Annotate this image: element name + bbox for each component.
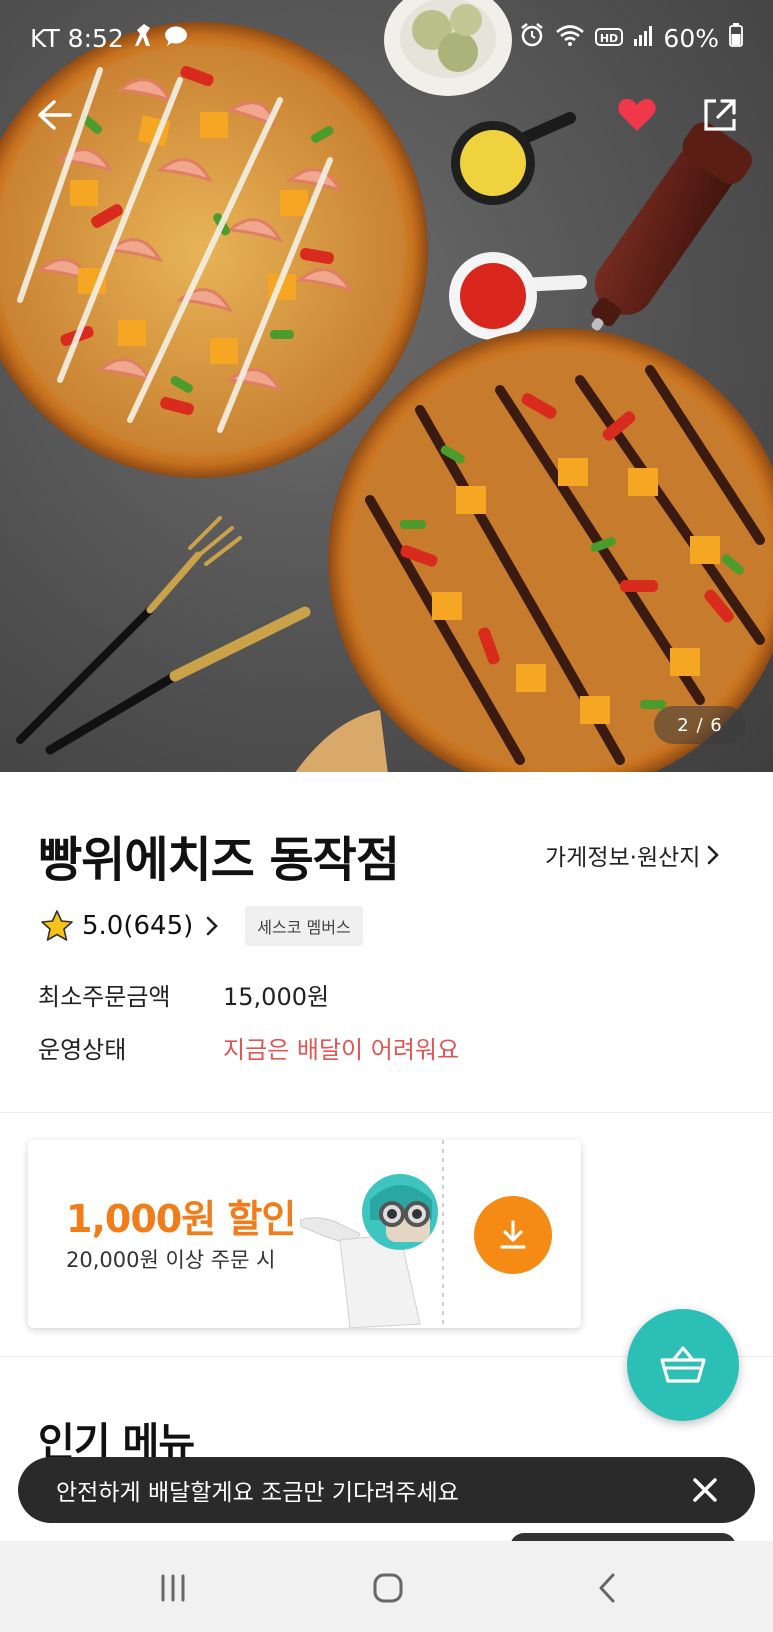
min-order-row: 최소주문금액 15,000원 [38, 977, 329, 1012]
home-icon [373, 1573, 403, 1603]
min-order-label: 최소주문금액 [38, 983, 171, 1011]
divider [0, 1112, 773, 1113]
hd-icon: HD [595, 24, 624, 53]
status-label: 운영상태 [38, 1036, 127, 1064]
cesco-badge: 세스코 멤버스 [245, 906, 363, 946]
carrier-time: KT 8:52 [30, 23, 124, 53]
close-icon[interactable] [689, 1474, 721, 1506]
image-page-indicator: 2 / 6 [654, 706, 746, 744]
figure-icon [134, 22, 154, 54]
status-bar: KT 8:52 HD 60% [0, 0, 773, 80]
coupon-amount: 1,000원 할인 [66, 1197, 296, 1241]
coupon-download-button[interactable] [474, 1196, 552, 1274]
favorite-button[interactable] [607, 85, 667, 145]
battery-percent: 60% [663, 23, 719, 53]
svg-text:HD: HD [600, 32, 618, 45]
home-button[interactable] [358, 1563, 418, 1613]
system-nav-bar [0, 1541, 773, 1632]
battery-icon [729, 23, 743, 53]
store-info-label: 가게정보·원산지 [545, 845, 701, 871]
mascot-illustration [300, 1174, 438, 1328]
status-value: 지금은 배달이 어려워요 [223, 1036, 460, 1064]
rating-value: 5.0(645) [82, 911, 194, 941]
chevron-right-icon [206, 916, 219, 936]
delivery-toast: 안전하게 배달할게요 조금만 기다려주세요 [18, 1457, 755, 1523]
recent-apps-button[interactable] [143, 1563, 203, 1613]
toast-message: 안전하게 배달할게요 조금만 기다려주세요 [56, 1480, 459, 1506]
star-icon [41, 910, 73, 941]
basket-icon [660, 1346, 706, 1383]
recent-apps-icon [161, 1574, 185, 1602]
signal-icon [633, 24, 653, 53]
system-back-button[interactable] [577, 1563, 637, 1613]
cart-button[interactable] [627, 1309, 739, 1421]
share-button[interactable] [690, 85, 750, 145]
coupon-condition: 20,000원 이상 주문 시 [66, 1248, 276, 1272]
back-button[interactable] [24, 85, 84, 145]
status-row: 운영상태 지금은 배달이 어려워요 [38, 1030, 459, 1065]
store-info-link[interactable]: 가게정보·원산지 [545, 838, 720, 872]
hero-image[interactable]: KT 8:52 HD 60% 2 / 6 [0, 0, 773, 772]
store-name: 빵위에치즈 동작점 [38, 832, 400, 888]
download-icon [500, 1220, 526, 1249]
wifi-icon [555, 23, 585, 53]
share-icon [704, 99, 736, 131]
back-arrow-icon [38, 100, 72, 130]
min-order-value: 15,000원 [223, 983, 330, 1011]
heart-icon [618, 98, 656, 131]
chat-bubble-icon [164, 24, 188, 53]
coupon-perforation [442, 1140, 444, 1328]
chevron-right-icon [708, 845, 720, 865]
rating-row[interactable]: 5.0(645) 세스코 멤버스 [40, 906, 363, 946]
back-icon [599, 1573, 615, 1603]
alarm-icon [519, 22, 545, 54]
